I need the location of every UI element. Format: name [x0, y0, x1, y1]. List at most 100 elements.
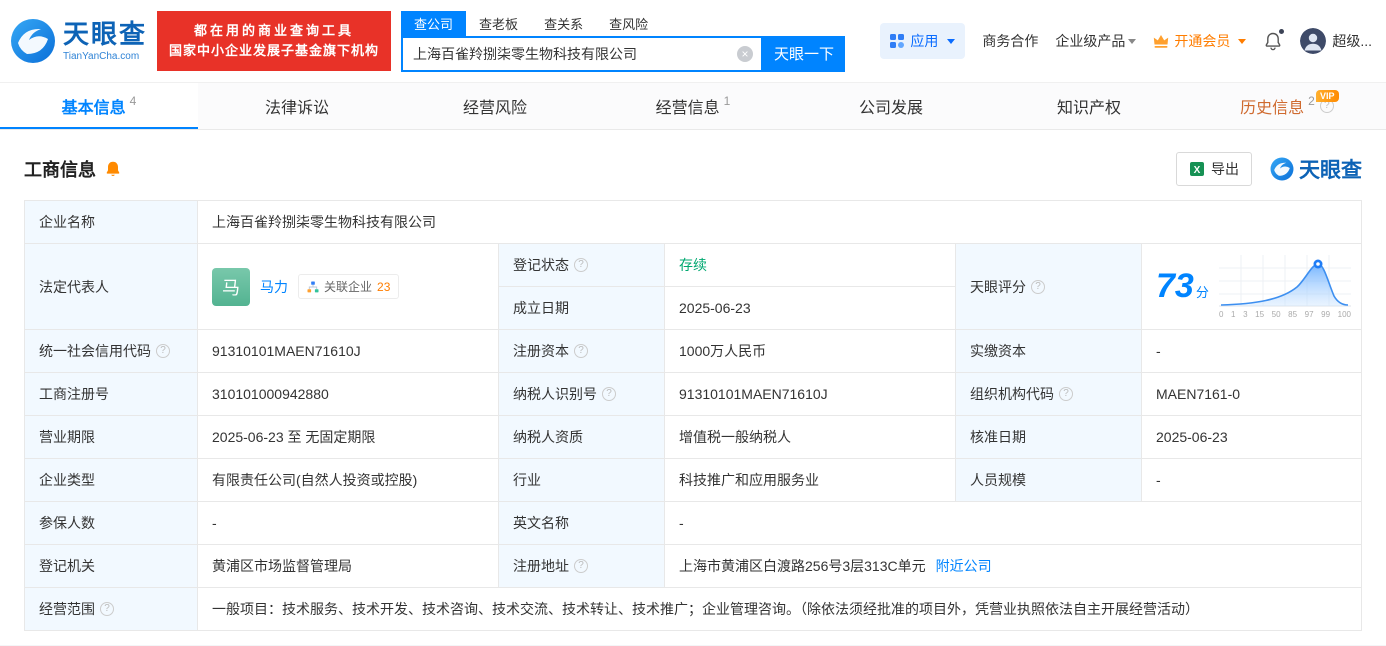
label-paid-capital: 实缴资本 [956, 330, 1141, 372]
crown-icon [1154, 34, 1169, 48]
nearby-companies-link[interactable]: 附近公司 [936, 556, 992, 576]
staff-size-value: - [1142, 459, 1361, 501]
main-content: 工商信息 X 导出 天眼查 企业名称 上海百雀羚捌柒零生物科技有限公司 法定代表… [0, 130, 1386, 645]
search-input[interactable] [403, 37, 762, 70]
search-bar: × 天眼一下 [401, 35, 846, 72]
tab-label: 法律诉讼 [264, 100, 329, 117]
related-companies-label: 关联企业 [324, 280, 373, 294]
nav-enterprise-products[interactable]: 企业级产品 [1055, 31, 1137, 51]
help-icon[interactable]: ? [574, 344, 588, 358]
apps-label: 应用 [910, 33, 939, 49]
reg-no-value: 310101000942880 [198, 373, 498, 415]
chevron-down-icon [1238, 38, 1247, 44]
label-reg-authority: 登记机关 [25, 545, 197, 587]
search-tab-risk[interactable]: 查风险 [596, 11, 661, 36]
score-curve-icon [1219, 254, 1351, 306]
label-org-code: 组织机构代码 ? [956, 373, 1141, 415]
label-taxpayer-quality: 纳税人资质 [499, 416, 664, 458]
search-tab-boss[interactable]: 查老板 [466, 11, 531, 36]
org-code-value: MAEN7161-0 [1142, 373, 1361, 415]
tab-count: 2 [1308, 94, 1315, 108]
reg-authority-value: 黄浦区市场监督管理局 [198, 545, 498, 587]
legal-rep-link[interactable]: 马力 [260, 277, 288, 297]
top-header: 天眼查 TianYanCha.com 都在用的商业查询工具 国家中小企业发展子基… [0, 0, 1386, 82]
chevron-down-icon [1128, 38, 1137, 44]
help-icon[interactable]: ? [1031, 279, 1045, 294]
search-tab-relation[interactable]: 查关系 [531, 11, 596, 36]
nav-open-vip[interactable]: 开通会员 [1153, 31, 1247, 51]
help-icon[interactable]: ? [574, 559, 588, 573]
slogan-line2: 国家中小企业发展子基金旗下机构 [169, 43, 380, 58]
label-legal-rep: 法定代表人 [25, 244, 197, 329]
help-icon[interactable]: ? [156, 344, 170, 358]
watermark-brand: 天眼查 [1299, 159, 1362, 182]
user-menu[interactable]: 超级... [1300, 28, 1372, 54]
clear-icon[interactable]: × [737, 45, 754, 62]
bell-icon [1265, 32, 1281, 50]
help-icon[interactable]: ? [100, 602, 114, 616]
label-taxpayer-no: 纳税人识别号 ? [499, 373, 664, 415]
tab-operation-info[interactable]: 经营信息 1 [594, 83, 792, 129]
section-title: 工商信息 [24, 160, 96, 180]
tab-label: 基本信息 [61, 100, 126, 117]
label-score: 天眼评分 ? [956, 244, 1141, 329]
label-staff-size: 人员规模 [956, 459, 1141, 501]
label-business-term: 营业期限 [25, 416, 197, 458]
score-cell: 73 分 0 1 3 15 50 85 97 99 100 [1142, 244, 1361, 329]
user-avatar [1300, 28, 1327, 54]
related-companies-icon [307, 281, 319, 292]
tab-intellectual-property[interactable]: 知识产权 [990, 83, 1188, 129]
tab-company-development[interactable]: 公司发展 [792, 83, 990, 129]
export-label: 导出 [1211, 161, 1239, 177]
chevron-down-icon [947, 38, 956, 44]
establish-date-value: 2025-06-23 [665, 287, 955, 329]
credit-code-value: 91310101MAEN71610J [198, 330, 498, 372]
svg-text:X: X [1194, 165, 1201, 176]
tab-history-info[interactable]: 历史信息 2 VIP ? [1188, 83, 1386, 129]
search-button[interactable]: 天眼一下 [763, 35, 846, 72]
section-header: 工商信息 X 导出 天眼查 [24, 130, 1362, 200]
tab-basic-info[interactable]: 基本信息 4 [0, 83, 198, 129]
taxpayer-no-value: 91310101MAEN71610J [665, 373, 955, 415]
legal-rep-avatar[interactable]: 马 [212, 267, 250, 306]
subscribe-bell-icon[interactable] [104, 160, 122, 178]
tianyancha-logo-icon [1270, 157, 1294, 181]
related-companies-badge[interactable]: 关联企业 23 [298, 274, 400, 299]
notification-bell[interactable] [1263, 28, 1285, 52]
tab-label: 知识产权 [1056, 100, 1121, 117]
label-industry: 行业 [499, 459, 664, 501]
tab-label: 历史信息 [1240, 100, 1305, 117]
help-icon[interactable]: ? [1059, 387, 1073, 401]
label-company-type: 企业类型 [25, 459, 197, 501]
label-establish-date: 成立日期 [499, 287, 664, 329]
enterprise-products-label: 企业级产品 [1055, 33, 1126, 49]
business-scope-value: 一般项目：技术服务、技术开发、技术咨询、技术交流、技术转让、技术推广；企业管理咨… [198, 588, 1361, 630]
tab-operation-risk[interactable]: 经营风险 [396, 83, 594, 129]
excel-icon: X [1190, 162, 1204, 176]
english-name-value: - [665, 502, 1361, 544]
tianyancha-logo[interactable]: 天眼查 TianYanCha.com [10, 18, 147, 64]
apps-grid-icon [890, 34, 905, 48]
label-reg-address: 注册地址 ? [499, 545, 664, 587]
open-vip-label: 开通会员 [1174, 33, 1231, 49]
search-tab-company[interactable]: 查公司 [401, 10, 467, 36]
taxpayer-quality-value: 增值税一般纳税人 [665, 416, 955, 458]
legal-rep-value: 马 马力 关联企业 23 [198, 244, 498, 329]
label-reg-status: 登记状态 ? [499, 244, 664, 286]
nav-business-cooperation[interactable]: 商务合作 [982, 31, 1038, 51]
tab-count: 4 [129, 94, 137, 108]
vip-badge: VIP [1316, 90, 1339, 102]
apps-menu[interactable]: 应用 [880, 23, 966, 59]
reg-capital-value: 1000万人民币 [665, 330, 955, 372]
help-icon[interactable]: ? [602, 387, 616, 401]
username: 超级... [1332, 33, 1372, 49]
search-tabs: 查公司 查老板 查关系 查风险 [401, 10, 845, 36]
label-reg-capital: 注册资本 ? [499, 330, 664, 372]
score-value: 73 分 [1156, 267, 1209, 305]
tab-legal-litigation[interactable]: 法律诉讼 [198, 83, 396, 129]
reg-status-value: 存续 [665, 244, 955, 286]
help-icon[interactable]: ? [574, 258, 588, 272]
label-business-scope: 经营范围 ? [25, 588, 197, 630]
export-button[interactable]: X 导出 [1176, 152, 1252, 186]
tab-label: 经营信息 [655, 100, 720, 117]
